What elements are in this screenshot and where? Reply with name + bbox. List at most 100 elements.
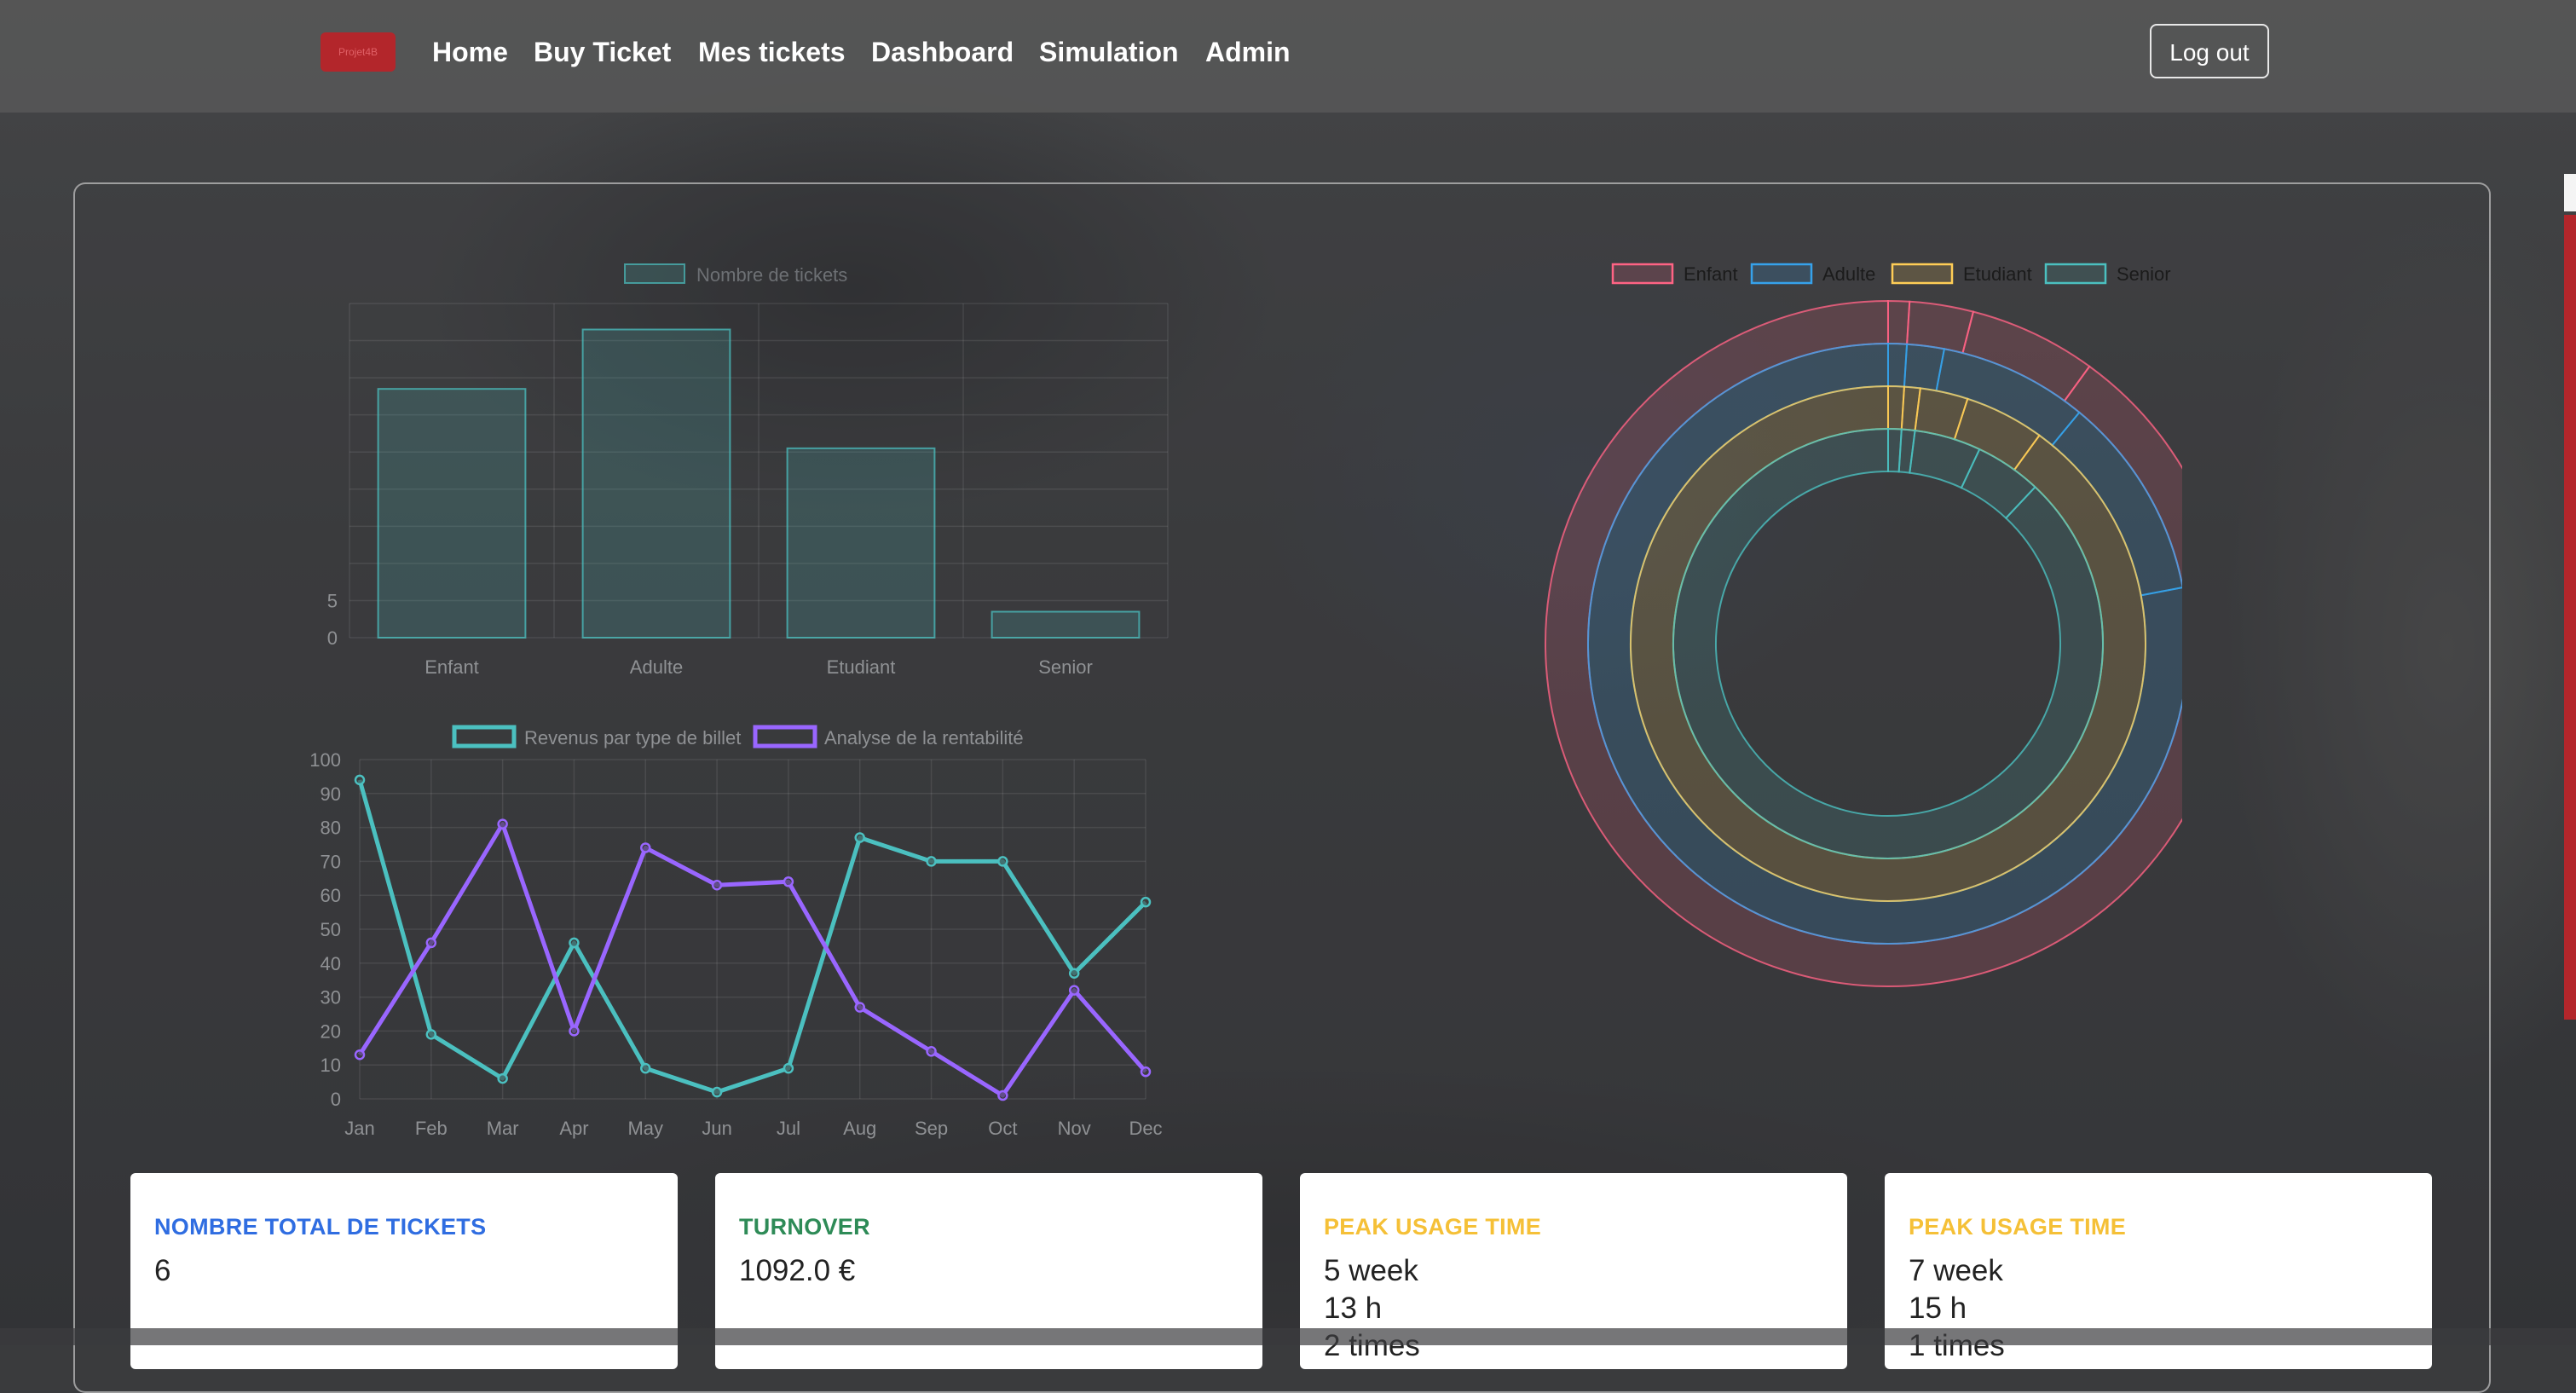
ticket-type-doughnut-chart: Enfant Adulte Etudiant Senior — [1545, 263, 2182, 987]
bar-y-tick: 5 — [327, 590, 338, 611]
card-total-tickets-title: NOMBRE TOTAL DE TICKETS — [154, 1214, 487, 1240]
card-peak-usage-1-week: 5 week — [1324, 1254, 1418, 1287]
line-y-tick: 10 — [321, 1055, 341, 1076]
donut-legend-label-adulte: Adulte — [1822, 263, 1875, 285]
line-x-tick-nov: Nov — [1058, 1118, 1091, 1139]
donut-slice-senior — [1672, 427, 2104, 859]
line-point — [569, 1026, 580, 1037]
line-y-tick: 80 — [321, 818, 341, 839]
line-point — [640, 842, 651, 853]
line-point — [997, 856, 1008, 867]
line-series-revenus — [357, 779, 1147, 1095]
bar-legend-label: Nombre de tickets — [696, 264, 847, 286]
line-legend-label-revenus: Revenus par type de billet — [524, 727, 741, 749]
line-point — [354, 1049, 366, 1061]
brand-logo[interactable]: Projet4B — [321, 32, 396, 72]
bottom-edge — [0, 1328, 2576, 1345]
line-x-tick-sep: Sep — [915, 1118, 948, 1139]
line-y-tick: 90 — [321, 783, 341, 805]
line-y-tick: 0 — [331, 1089, 341, 1110]
card-peak-usage-2-hour: 15 h — [1909, 1292, 1967, 1325]
bar-x-tick-senior: Senior — [1038, 656, 1093, 678]
line-point — [425, 937, 437, 949]
nav-mes-tickets[interactable]: Mes tickets — [698, 34, 846, 70]
nav-buy-ticket[interactable]: Buy Ticket — [534, 34, 671, 70]
line-point — [854, 1002, 865, 1013]
line-x-tick-jul: Jul — [777, 1118, 800, 1139]
donut-slice-enfant — [1887, 299, 1911, 345]
nav-dashboard[interactable]: Dashboard — [871, 34, 1014, 70]
line-y-tick: 40 — [321, 953, 341, 974]
line-point — [1068, 985, 1080, 996]
line-x-tick-apr: Apr — [559, 1118, 588, 1139]
scrollbar-thumb[interactable] — [2564, 215, 2576, 1020]
donut-legend-swatch-etudiant — [1891, 263, 1954, 285]
line-point — [425, 1029, 437, 1040]
line-y-tick: 30 — [321, 987, 341, 1009]
bar-senior — [991, 610, 1141, 639]
line-y-tick: 70 — [321, 851, 341, 872]
bar-etudiant — [786, 447, 936, 639]
revenue-line-chart: 0 10 20 30 40 50 60 70 80 90 100 Jan Feb Mar Apr May Jun… — [309, 725, 1163, 1139]
tickets-bar-chart: 0 5 Enfant Adulte Etudiant Senior Nombre de ti… — [327, 263, 1169, 678]
card-turnover-value: 1092.0 € — [739, 1254, 856, 1287]
line-point — [354, 774, 366, 786]
line-y-tick: 50 — [321, 919, 341, 940]
line-x-tick-feb: Feb — [415, 1118, 448, 1139]
line-x-tick-may: May — [627, 1118, 663, 1139]
donut-legend-label-senior: Senior — [2117, 263, 2171, 285]
line-point — [640, 1062, 651, 1074]
line-x-tick-jun: Jun — [702, 1118, 731, 1139]
card-peak-usage-2-title: PEAK USAGE TIME — [1909, 1214, 2127, 1240]
bar-adulte — [581, 328, 731, 639]
line-x-tick-oct: Oct — [988, 1118, 1017, 1139]
bar-y-tick: 0 — [327, 627, 338, 649]
line-point — [711, 880, 723, 891]
line-y-tick: 60 — [321, 885, 341, 906]
line-legend-swatch-revenus — [452, 725, 517, 749]
line-y-tick: 100 — [309, 749, 341, 771]
card-peak-usage-2-week: 7 week — [1909, 1254, 2003, 1287]
line-point — [711, 1086, 723, 1098]
bar-legend-swatch — [624, 263, 685, 284]
donut-legend-swatch-adulte — [1750, 263, 1813, 285]
line-point — [926, 856, 937, 867]
line-point — [1140, 896, 1152, 908]
line-point — [997, 1090, 1008, 1101]
nav-admin[interactable]: Admin — [1205, 34, 1291, 70]
top-navbar: Projet4B Home Buy Ticket Mes tickets Das… — [0, 0, 2576, 113]
logout-button[interactable]: Log out — [2150, 24, 2269, 78]
nav-simulation[interactable]: Simulation — [1039, 34, 1179, 70]
line-point — [497, 818, 508, 829]
line-legend-label-rentabilite: Analyse de la rentabilité — [824, 727, 1024, 749]
line-legend-swatch-rentabilite — [753, 725, 817, 749]
line-point — [1140, 1066, 1152, 1078]
line-x-tick-aug: Aug — [843, 1118, 876, 1139]
card-total-tickets-value: 6 — [154, 1254, 171, 1287]
line-point — [926, 1046, 937, 1057]
bar-x-tick-etudiant: Etudiant — [827, 656, 896, 678]
card-peak-usage-1-hour: 13 h — [1324, 1292, 1383, 1325]
line-point — [569, 937, 580, 949]
card-peak-usage-1-title: PEAK USAGE TIME — [1324, 1214, 1542, 1240]
line-point — [497, 1072, 508, 1084]
line-point — [1068, 968, 1080, 979]
line-x-tick-mar: Mar — [487, 1118, 519, 1139]
donut-legend-swatch-senior — [2044, 263, 2107, 285]
bar-x-tick-adulte: Adulte — [630, 656, 683, 678]
scrollbar-track-top — [2564, 174, 2576, 211]
nav-home[interactable]: Home — [432, 34, 508, 70]
donut-legend-label-enfant: Enfant — [1684, 263, 1738, 285]
line-point — [783, 1062, 794, 1074]
bar-enfant — [377, 388, 527, 639]
card-turnover-title: TURNOVER — [739, 1214, 870, 1240]
line-series-rentabilite — [357, 822, 1147, 1098]
line-y-tick: 20 — [321, 1020, 341, 1042]
bar-x-tick-enfant: Enfant — [425, 656, 479, 678]
donut-legend-label-etudiant: Etudiant — [1963, 263, 2032, 285]
line-x-tick-jan: Jan — [344, 1118, 374, 1139]
line-point — [783, 876, 794, 887]
donut-legend-swatch-enfant — [1611, 263, 1674, 285]
line-point — [854, 832, 865, 843]
line-x-tick-dec: Dec — [1129, 1118, 1162, 1139]
